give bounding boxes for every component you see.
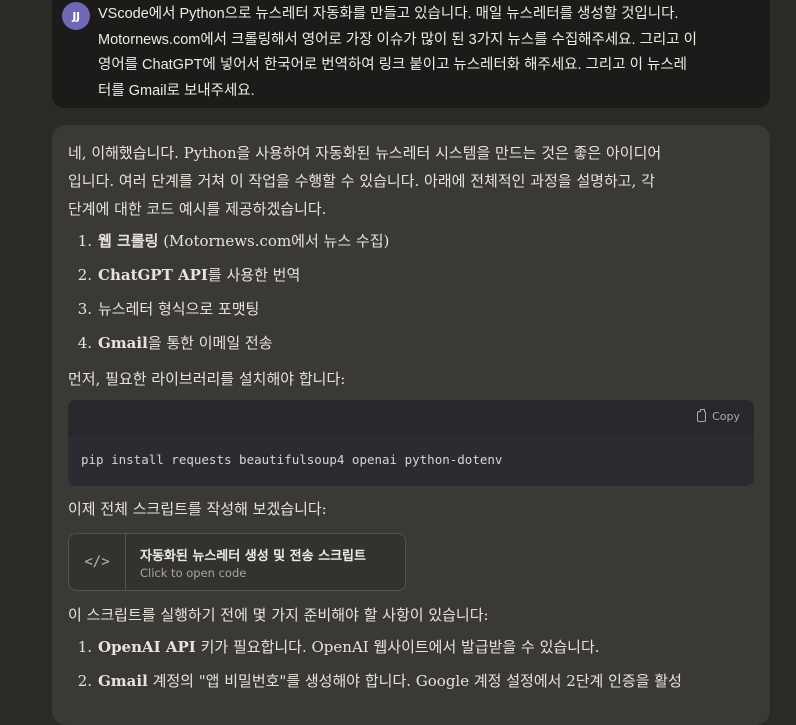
list-bold: Gmail [98, 334, 148, 352]
list-item: 1. 웹 크롤링 (Motornews.com에서 뉴스 수집) [68, 227, 728, 261]
list-text: 을 통한 이메일 전송 [147, 334, 273, 352]
user-line: VScode에서 Python으로 뉴스레터 자동화를 만들고 있습니다. 매일… [98, 6, 679, 22]
list-bold: OpenAI API [98, 638, 196, 656]
list-item: 1. OpenAI API 키가 필요합니다. OpenAI 웹사이트에서 발급… [68, 633, 748, 667]
list-text: 를 사용한 번역 [207, 266, 301, 284]
list-number: 1. [77, 638, 92, 656]
list-text: 키가 필요합니다. OpenAI 웹사이트에서 발급받을 수 있습니다. [195, 638, 600, 656]
artifact-card[interactable]: </> 자동화된 뉴스레터 생성 및 전송 스크립트 Click to open… [68, 533, 406, 591]
intro-line: 단계에 대한 코드 예시를 제공하겠습니다. [68, 200, 327, 218]
user-message-text: VScode에서 Python으로 뉴스레터 자동화를 만들고 있습니다. 매일… [98, 2, 758, 104]
list-item: 2. ChatGPT API를 사용한 번역 [68, 261, 728, 295]
user-line: Motornews.com에서 크롤링해서 영어로 가장 이슈가 많이 된 3가… [98, 31, 697, 48]
code-icon: </> [69, 534, 126, 590]
list-item: 3. 뉴스레터 형식으로 포맷팅 [68, 295, 728, 329]
copy-button[interactable]: Copy [697, 409, 740, 423]
user-avatar: JJ [62, 2, 90, 30]
list-bold: 웹 크롤링 [98, 232, 159, 250]
steps-list: 1. 웹 크롤링 (Motornews.com에서 뉴스 수집) 2. Chat… [68, 227, 728, 363]
list-item: 4. Gmail을 통한 이메일 전송 [68, 329, 728, 363]
code-block: Copy pip install requests beautifulsoup4… [68, 400, 754, 486]
list-bold: Gmail [98, 672, 148, 690]
prep-list: 1. OpenAI API 키가 필요합니다. OpenAI 웹사이트에서 발급… [68, 633, 748, 701]
user-message: JJ VScode에서 Python으로 뉴스레터 자동화를 만들고 있습니다.… [52, 0, 770, 108]
install-intro: 먼저, 필요한 라이브러리를 설치해야 합니다: [68, 370, 346, 388]
script-intro: 이제 전체 스크립트를 작성해 보겠습니다: [68, 500, 327, 518]
list-number: 2. [77, 266, 92, 284]
copy-label: Copy [712, 410, 740, 423]
list-bold: ChatGPT API [98, 266, 208, 284]
user-line: 터를 Gmail로 보내주세요. [98, 82, 255, 99]
list-text: (Motornews.com에서 뉴스 수집) [158, 232, 390, 250]
list-text: 계정의 "앱 비밀번호"를 생성해야 합니다. Google 계정 설정에서 2… [147, 672, 682, 690]
artifact-title: 자동화된 뉴스레터 생성 및 전송 스크립트 [140, 549, 366, 564]
intro-line: 네, 이해했습니다. Python을 사용하여 자동화된 뉴스레터 시스템을 만… [68, 144, 662, 162]
artifact-subtitle: Click to open code [140, 566, 247, 580]
user-line: 영어를 ChatGPT에 넣어서 한국어로 번역하여 링크 붙이고 뉴스레터화 … [98, 57, 688, 73]
list-number: 1. [77, 232, 92, 250]
code-text: pip install requests beautifulsoup4 open… [81, 452, 503, 467]
list-item: 2. Gmail 계정의 "앱 비밀번호"를 생성해야 합니다. Google … [68, 667, 748, 701]
prep-intro: 이 스크립트를 실행하기 전에 몇 가지 준비해야 할 사항이 있습니다: [68, 606, 489, 624]
list-number: 4. [77, 334, 92, 352]
assistant-content: 네, 이해했습니다. Python을 사용하여 자동화된 뉴스레터 시스템을 만… [68, 139, 728, 393]
copy-icon [697, 409, 707, 422]
code-block-header: Copy [68, 400, 754, 436]
list-text: 뉴스레터 형식으로 포맷팅 [98, 300, 260, 318]
assistant-message: 네, 이해했습니다. Python을 사용하여 자동화된 뉴스레터 시스템을 만… [52, 125, 770, 725]
list-number: 3. [77, 300, 92, 318]
intro-line: 입니다. 여러 단계를 거쳐 이 작업을 수행할 수 있습니다. 아래에 전체적… [68, 172, 655, 190]
list-number: 2. [77, 672, 92, 690]
